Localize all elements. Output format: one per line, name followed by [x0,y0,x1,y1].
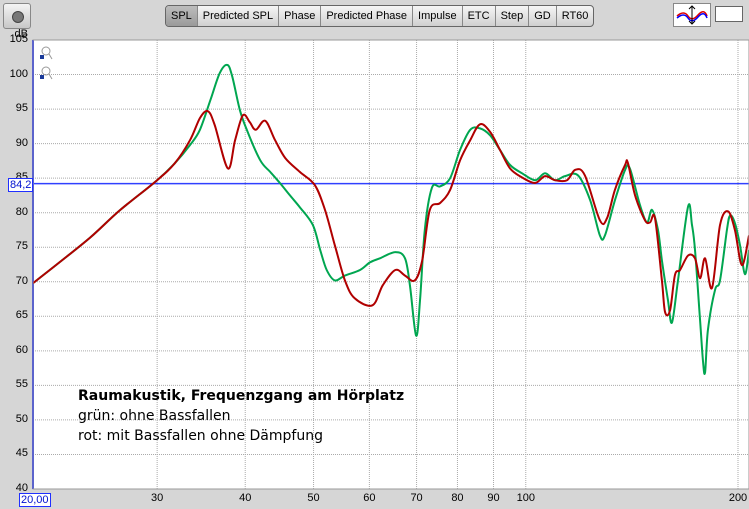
chart-annotation: Raumakustik, Frequenzgang am Hörplatz gr… [78,386,404,446]
annotation-red: rot: mit Bassfallen ohne Dämpfung [78,428,323,444]
annotation-title: Raumakustik, Frequenzgang am Hörplatz [78,388,405,404]
cursor-y-readout: 84,2 [8,178,34,192]
cursor-x-readout: 20,00 [19,493,51,507]
annotation-green: grün: ohne Bassfallen [78,408,231,424]
